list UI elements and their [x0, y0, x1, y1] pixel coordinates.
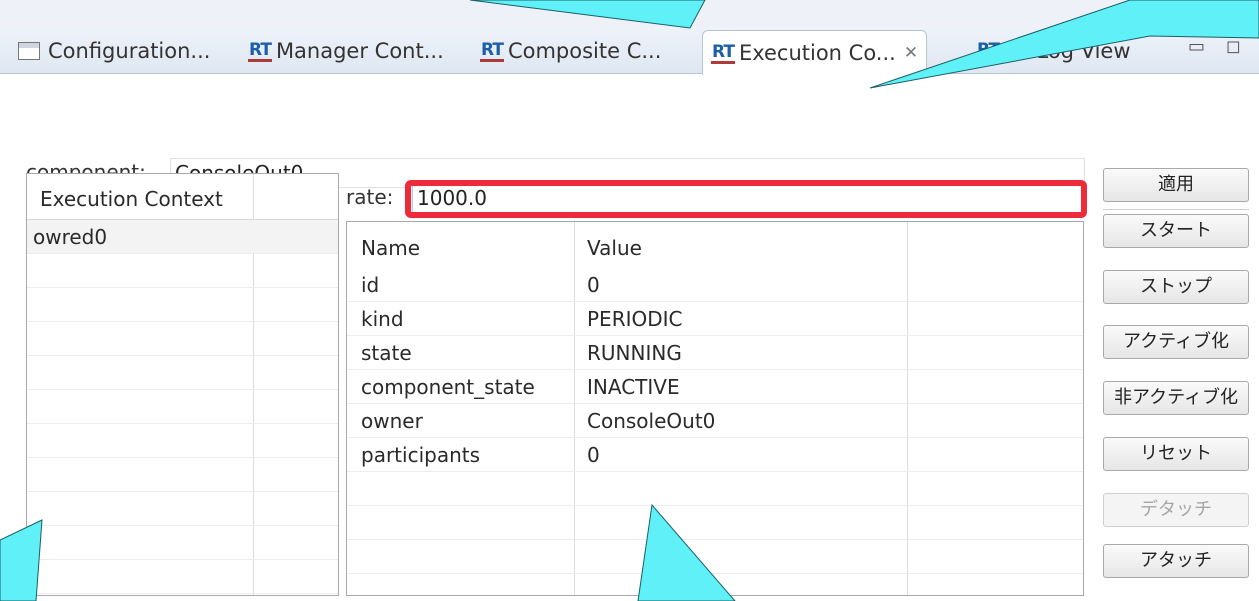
- minimize-icon[interactable]: ▭: [1188, 36, 1205, 57]
- rt-icon: RT: [480, 39, 504, 62]
- apply-button[interactable]: 適用: [1103, 168, 1249, 202]
- table-header: Name Value: [347, 228, 1083, 268]
- button-separator: [1103, 209, 1249, 210]
- prop-value: INACTIVE: [587, 375, 680, 399]
- rate-label: rate:: [346, 185, 394, 209]
- tab-label: Composite C...: [507, 39, 662, 63]
- table-row[interactable]: id 0: [347, 268, 1083, 302]
- list-item-empty: [27, 356, 338, 390]
- rt-icon: RT: [711, 41, 735, 64]
- value-column-header[interactable]: Value: [587, 231, 642, 265]
- table-row-empty: [347, 472, 1083, 506]
- tab-label: Execution Co...: [738, 41, 896, 65]
- tab-rt-log-view[interactable]: RT RT Log View: [976, 30, 1131, 72]
- config-view-icon: [18, 42, 40, 60]
- start-button[interactable]: スタート: [1103, 214, 1249, 248]
- maximize-icon[interactable]: ◻: [1226, 36, 1241, 57]
- stop-button[interactable]: ストップ: [1103, 270, 1249, 304]
- table-row[interactable]: owner ConsoleOut0: [347, 404, 1083, 438]
- prop-name: id: [361, 273, 380, 297]
- view-tab-strip: Configuration... RT Manager Cont... RT C…: [0, 0, 1259, 84]
- execution-context-list[interactable]: Execution Context owred0: [26, 173, 339, 596]
- prop-name: participants: [361, 443, 481, 467]
- close-icon[interactable]: ✕: [904, 43, 918, 63]
- list-item-empty: [27, 254, 338, 288]
- detach-button[interactable]: デタッチ: [1103, 493, 1249, 527]
- table-row-empty: [347, 540, 1083, 574]
- prop-name: state: [361, 341, 412, 365]
- list-item-empty: [27, 288, 338, 322]
- tab-strip-top-band: [0, 0, 1259, 27]
- table-row[interactable]: component_state INACTIVE: [347, 370, 1083, 404]
- rt-icon: RT: [248, 39, 272, 62]
- list-item-empty: [27, 526, 338, 560]
- list-item-empty: [27, 322, 338, 356]
- tab-configuration[interactable]: Configuration...: [18, 30, 210, 72]
- list-item-empty: [27, 424, 338, 458]
- reset-button[interactable]: リセット: [1103, 437, 1249, 471]
- prop-value: 0: [587, 443, 600, 467]
- list-item-empty: [27, 492, 338, 526]
- table-row[interactable]: participants 0: [347, 438, 1083, 472]
- tab-execution-context[interactable]: RT Execution Co... ✕: [702, 30, 928, 75]
- ec-list-header: Execution Context: [27, 174, 338, 220]
- ec-properties-table[interactable]: Name Value id 0 kind PERIODIC state RUNN…: [346, 221, 1084, 596]
- tab-manager-control[interactable]: RT Manager Cont...: [248, 30, 444, 72]
- prop-value: PERIODIC: [587, 307, 683, 331]
- tab-label: Configuration...: [48, 39, 211, 63]
- table-row[interactable]: state RUNNING: [347, 336, 1083, 370]
- list-item-empty: [27, 390, 338, 424]
- prop-value: ConsoleOut0: [587, 409, 716, 433]
- ec-item-label: owred0: [33, 225, 108, 249]
- list-item-empty: [27, 458, 338, 492]
- attach-button[interactable]: アタッチ: [1103, 544, 1249, 578]
- prop-value: 0: [587, 273, 600, 297]
- table-row-empty: [347, 506, 1083, 540]
- prop-value: RUNNING: [587, 341, 682, 365]
- tab-label: RT Log View: [1003, 39, 1131, 63]
- deactivate-button[interactable]: 非アクティブ化: [1103, 381, 1249, 415]
- rt-icon: RT: [976, 39, 1000, 62]
- tab-composite-component[interactable]: RT Composite C...: [480, 30, 661, 72]
- rate-highlight-box: [405, 180, 1087, 218]
- activate-button[interactable]: アクティブ化: [1103, 325, 1249, 359]
- ec-column-header[interactable]: Execution Context: [40, 182, 223, 216]
- name-column-header[interactable]: Name: [361, 231, 420, 265]
- table-row[interactable]: kind PERIODIC: [347, 302, 1083, 336]
- prop-name: component_state: [361, 375, 535, 399]
- list-item-empty: [27, 560, 338, 594]
- prop-name: kind: [361, 307, 404, 331]
- tab-label: Manager Cont...: [275, 39, 444, 63]
- prop-name: owner: [361, 409, 423, 433]
- list-item[interactable]: owred0: [27, 220, 338, 254]
